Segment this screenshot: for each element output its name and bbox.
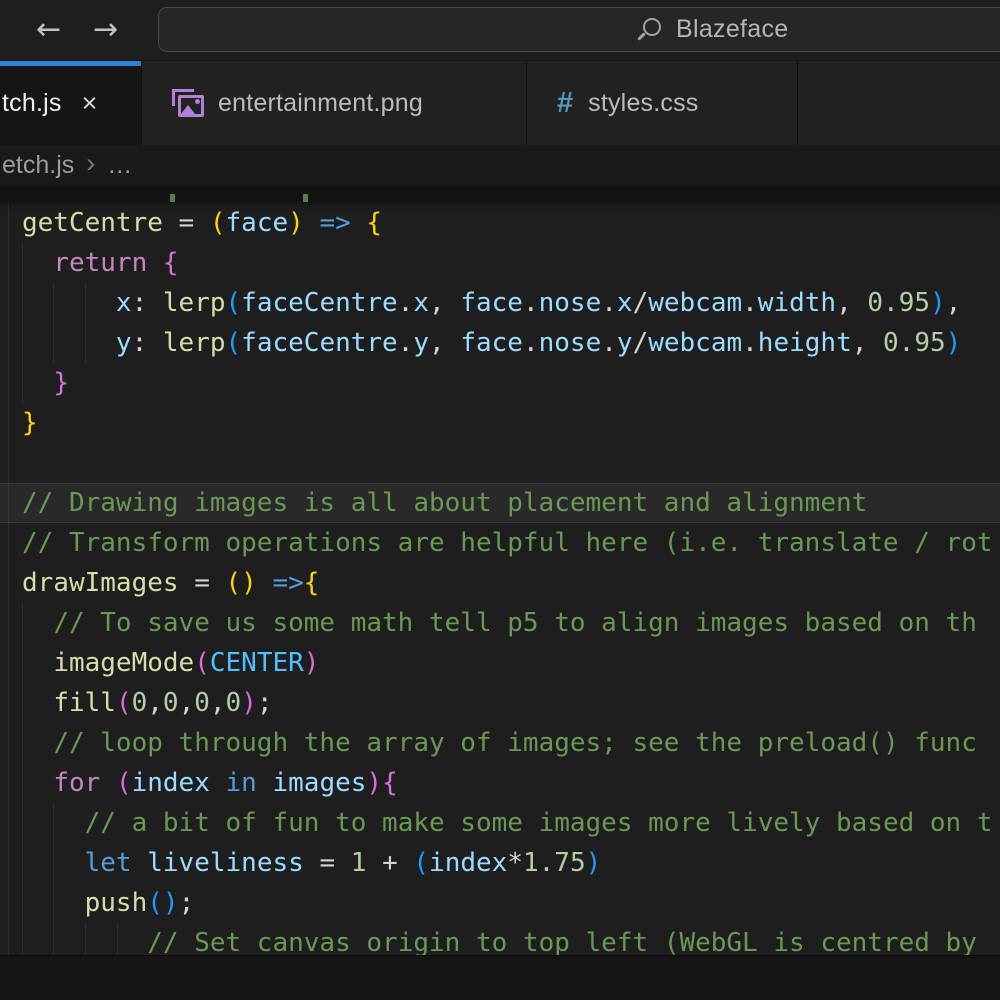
- code-line[interactable]: return {: [0, 243, 1000, 283]
- code-area: getCentre = (face) => { return { x: lerp…: [0, 203, 1000, 963]
- image-icon: [172, 89, 204, 117]
- code-line[interactable]: getCentre = (face) => {: [0, 203, 1000, 243]
- code-line[interactable]: let liveliness = 1 + (index*1.75): [0, 843, 1000, 883]
- tab-styles-css[interactable]: # styles.css: [527, 61, 798, 145]
- code-line[interactable]: // loop through the array of images; see…: [0, 723, 1000, 763]
- breadcrumb-file[interactable]: etch.js: [2, 151, 74, 180]
- code-line[interactable]: push();: [0, 883, 1000, 923]
- tab-bar-empty-space: [798, 61, 1000, 145]
- tab-label: entertainment.png: [218, 89, 423, 118]
- tab-label: tch.js: [2, 89, 62, 118]
- breadcrumb-symbol-ellipsis[interactable]: …: [107, 151, 132, 180]
- code-line[interactable]: }: [0, 403, 1000, 443]
- command-center-search-box[interactable]: Blazeface: [158, 7, 1000, 52]
- window-title: Blazeface: [676, 15, 789, 44]
- tab-label: styles.css: [588, 89, 698, 118]
- code-editor[interactable]: getCentre = (face) => { return { x: lerp…: [0, 185, 1000, 1000]
- code-line[interactable]: // Drawing images is all about placement…: [0, 483, 1000, 523]
- title-bar: ← → Blazeface: [0, 0, 1000, 60]
- code-line[interactable]: for (index in images){: [0, 763, 1000, 803]
- breadcrumb: etch.js › …: [0, 145, 1000, 185]
- code-line[interactable]: // a bit of fun to make some images more…: [0, 803, 1000, 843]
- code-line[interactable]: drawImages = () =>{: [0, 563, 1000, 603]
- tab-bar: tch.js × entertainment.png # styles.css: [0, 60, 1000, 145]
- code-line[interactable]: y: lerp(faceCentre.y, face.nose.y/webcam…: [0, 323, 1000, 363]
- close-icon[interactable]: ×: [82, 90, 98, 117]
- editor-bottom-panel-edge: [0, 955, 1000, 1000]
- vscode-window: { "titlebar": { "back_icon": "←", "forwa…: [0, 0, 1000, 1000]
- css-hash-icon: #: [557, 87, 573, 120]
- command-center-content: Blazeface: [637, 8, 789, 51]
- tab-entertainment-png[interactable]: entertainment.png: [142, 61, 527, 145]
- code-line[interactable]: imageMode(CENTER): [0, 643, 1000, 683]
- clipped-glyph-fragment: [303, 194, 308, 202]
- code-line[interactable]: // To save us some math tell p5 to align…: [0, 603, 1000, 643]
- chevron-right-icon: ›: [86, 148, 95, 179]
- nav-arrows: ← →: [0, 15, 118, 45]
- back-arrow-icon[interactable]: ←: [36, 15, 61, 45]
- tab-sketch-js[interactable]: tch.js ×: [0, 61, 142, 145]
- clipped-code-line: [0, 185, 1000, 203]
- search-icon: [637, 17, 662, 42]
- active-tab-indicator: [0, 61, 141, 66]
- code-line[interactable]: [0, 443, 1000, 483]
- clipped-glyph-fragment: [170, 194, 175, 202]
- code-line[interactable]: fill(0,0,0,0);: [0, 683, 1000, 723]
- forward-arrow-icon[interactable]: →: [93, 15, 118, 45]
- code-line[interactable]: }: [0, 363, 1000, 403]
- code-line[interactable]: // Transform operations are helpful here…: [0, 523, 1000, 563]
- code-line[interactable]: x: lerp(faceCentre.x, face.nose.x/webcam…: [0, 283, 1000, 323]
